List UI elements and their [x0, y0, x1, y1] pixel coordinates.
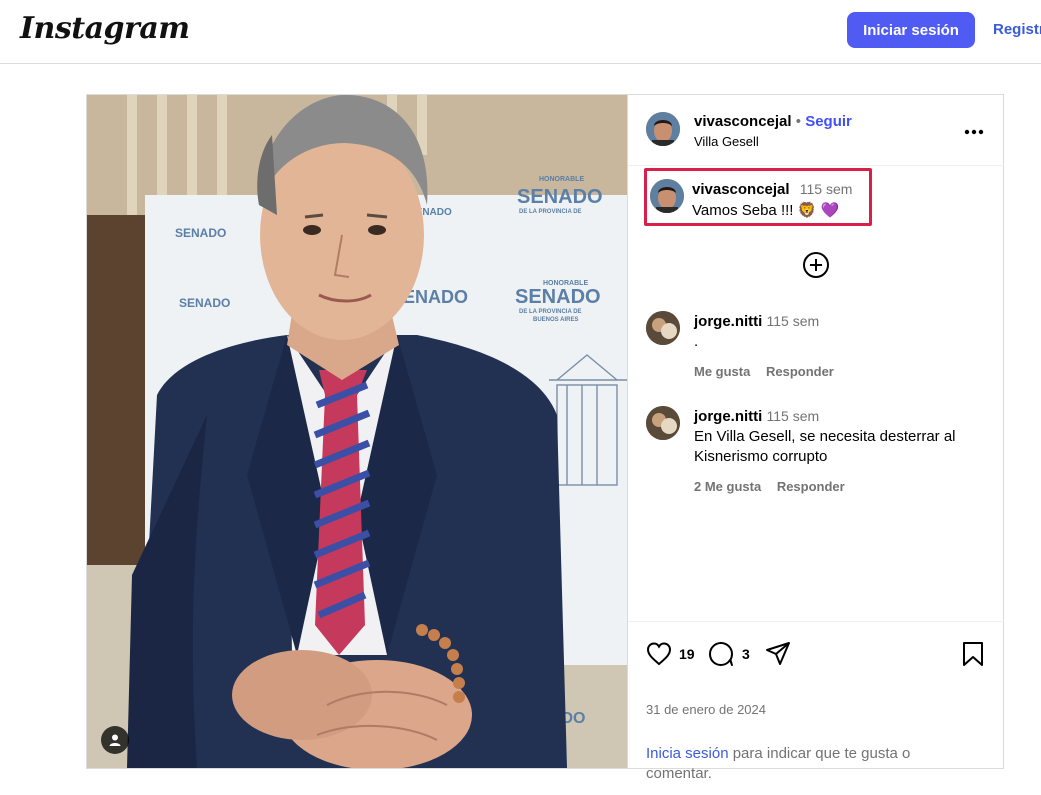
comment-username[interactable]: jorge.nitti: [694, 313, 762, 330]
separator-dot: •: [795, 113, 802, 130]
login-prompt-link[interactable]: Inicia sesión: [646, 745, 729, 762]
author-line: vivasconcejal • Seguir: [694, 113, 852, 130]
avatar-image: [650, 179, 684, 213]
author-username[interactable]: vivasconcejal: [694, 113, 792, 130]
likes-count[interactable]: 19: [679, 646, 695, 662]
post-location[interactable]: Villa Gesell: [694, 134, 759, 149]
avatar-image: [646, 311, 680, 345]
signup-link[interactable]: Registr: [993, 21, 1041, 38]
comment-icon[interactable]: [708, 641, 734, 667]
post-photo: HONORABLE SENADO DE LA PROVINCIA DE SENA…: [87, 95, 627, 768]
comment-actions: Me gusta Responder: [694, 362, 986, 382]
comment-like-button[interactable]: Me gusta: [694, 364, 750, 379]
comment-time: 115 sem: [766, 408, 820, 424]
banner-senado-4: SENADO: [515, 286, 601, 308]
comment-reply-button[interactable]: Responder: [766, 364, 834, 379]
comments-count[interactable]: 3: [742, 646, 750, 662]
banner-province-3: BUENOS AIRES: [533, 317, 578, 323]
comment-item: jorge.nitti 115 sem . Me gusta Responder: [646, 311, 986, 381]
post-card: HONORABLE SENADO DE LA PROVINCIA DE SENA…: [86, 94, 1004, 782]
banner-senado-5: SENADO: [179, 296, 230, 310]
post-actions-panel: 19 3 31 de enero de 2024 Inicia sesión p…: [628, 621, 1004, 782]
author-avatar[interactable]: [646, 112, 680, 146]
login-prompt: Inicia sesión para indicar que te gusta …: [646, 744, 946, 784]
follow-link[interactable]: Seguir: [805, 113, 852, 130]
more-icon: [964, 129, 984, 135]
caption-avatar[interactable]: [650, 179, 684, 213]
banner-honorable-1: HONORABLE: [539, 176, 584, 183]
comment-like-button[interactable]: 2 Me gusta: [694, 479, 761, 494]
post-date: 31 de enero de 2024: [646, 702, 766, 717]
avatar-image: [646, 112, 680, 146]
bookmark-icon[interactable]: [960, 641, 986, 667]
comment-body: jorge.nitti 115 sem En Villa Gesell, se …: [694, 406, 986, 497]
heart-icon[interactable]: [646, 641, 672, 667]
comment-time: 115 sem: [766, 313, 820, 329]
comment-reply-button[interactable]: Responder: [777, 479, 845, 494]
login-button[interactable]: Iniciar sesión: [847, 12, 975, 48]
caption-header: vivasconcejal 115 sem: [692, 181, 852, 198]
top-bar: Instagram Iniciar sesión Registr: [0, 0, 1041, 64]
more-options-button[interactable]: [964, 115, 984, 141]
banner-province-1: DE LA PROVINCIA DE: [519, 209, 582, 215]
commenter-avatar[interactable]: [646, 406, 680, 440]
plus-circle-icon[interactable]: [802, 251, 830, 279]
instagram-logo[interactable]: Instagram: [20, 11, 190, 46]
post-sidebar: vivasconcejal • Seguir Villa Gesell viva…: [627, 95, 1004, 782]
comment-item: jorge.nitti 115 sem En Villa Gesell, se …: [646, 406, 986, 496]
comment-actions: 2 Me gusta Responder: [694, 477, 986, 497]
caption-text: Vamos Seba !!! 🦁 💜: [692, 202, 840, 219]
caption-username[interactable]: vivasconcejal: [692, 181, 790, 198]
comment-username[interactable]: jorge.nitti: [694, 408, 762, 425]
banner-province-2: DE LA PROVINCIA DE: [519, 309, 582, 315]
post-header: vivasconcejal • Seguir Villa Gesell: [628, 95, 1004, 166]
avatar-image: [646, 406, 680, 440]
commenter-avatar[interactable]: [646, 311, 680, 345]
comment-text: En Villa Gesell, se necesita desterrar a…: [694, 428, 956, 465]
banner-senado-1: SENADO: [517, 186, 603, 208]
comment-text: .: [694, 333, 699, 350]
caption-time: 115 sem: [799, 181, 853, 197]
comment-body: jorge.nitti 115 sem . Me gusta Responder: [694, 311, 986, 382]
tagged-users-button[interactable]: [101, 726, 129, 754]
banner-senado-2: SENADO: [175, 226, 226, 240]
post-media[interactable]: HONORABLE SENADO DE LA PROVINCIA DE SENA…: [87, 95, 627, 768]
share-icon[interactable]: [765, 641, 791, 667]
user-icon: [109, 734, 121, 746]
